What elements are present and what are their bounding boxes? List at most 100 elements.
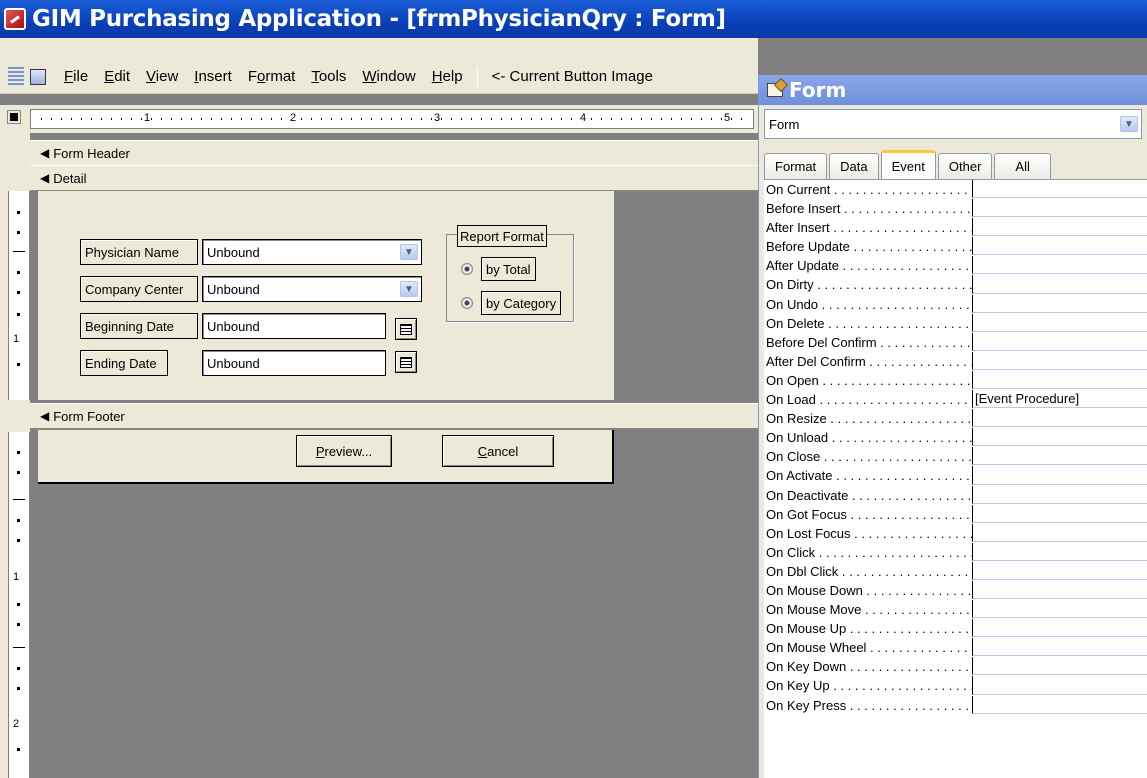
property-row[interactable]: On Dirty . . . . . . . . . . . . . . . .… — [764, 275, 1147, 295]
tab-data[interactable]: Data — [829, 153, 879, 179]
property-row[interactable]: On Delete . . . . . . . . . . . . . . . … — [764, 313, 1147, 333]
property-row[interactable]: On Resize . . . . . . . . . . . . . . . … — [764, 409, 1147, 429]
property-row[interactable]: On Lost Focus . . . . . . . . . . . . . … — [764, 523, 1147, 543]
property-value[interactable] — [972, 561, 1147, 580]
ending-date-calendar-button[interactable] — [395, 351, 417, 373]
property-value[interactable] — [972, 409, 1147, 428]
menu-tools[interactable]: Tools — [303, 68, 354, 85]
form-selector[interactable] — [7, 110, 21, 124]
property-value[interactable] — [972, 542, 1147, 561]
by-category-radio[interactable] — [461, 297, 473, 309]
property-row[interactable]: On Current . . . . . . . . . . . . . . .… — [764, 180, 1147, 200]
horizontal-ruler[interactable]: 1 2 3 4 5 — [30, 109, 754, 129]
report-format-option-group[interactable]: Report Format by Total by Category — [446, 225, 574, 322]
property-row[interactable]: On Dbl Click . . . . . . . . . . . . . .… — [764, 561, 1147, 581]
property-value[interactable] — [972, 523, 1147, 542]
physician-name-label[interactable]: Physician Name — [80, 239, 198, 265]
company-center-label[interactable]: Company Center — [80, 276, 198, 302]
company-center-combo[interactable]: Unbound ▼ — [202, 276, 422, 302]
property-row[interactable]: On Mouse Down . . . . . . . . . . . . . … — [764, 580, 1147, 601]
property-value[interactable] — [972, 275, 1147, 294]
property-row[interactable]: After Del Confirm . . . . . . . . . . . … — [764, 351, 1147, 371]
property-row[interactable]: On Key Up . . . . . . . . . . . . . . . … — [764, 676, 1147, 696]
property-value[interactable]: [Event Procedure] — [972, 390, 1147, 409]
property-row[interactable]: On Mouse Move . . . . . . . . . . . . . … — [764, 600, 1147, 620]
property-value[interactable] — [972, 466, 1147, 485]
property-value[interactable] — [972, 294, 1147, 313]
menu-view[interactable]: View — [138, 68, 186, 85]
property-value[interactable] — [972, 218, 1147, 237]
property-value[interactable] — [972, 676, 1147, 695]
detail-bar[interactable]: ◀ Detail — [30, 165, 758, 191]
physician-name-combo[interactable]: Unbound ▼ — [202, 239, 422, 265]
by-total-radio[interactable] — [461, 263, 473, 275]
property-row[interactable]: On Load . . . . . . . . . . . . . . . . … — [764, 390, 1147, 410]
menu-help[interactable]: Help — [424, 68, 471, 85]
tab-format[interactable]: Format — [764, 153, 828, 179]
detail-section[interactable]: Physician Name Unbound ▼ Company Center … — [38, 191, 614, 400]
property-value[interactable] — [972, 428, 1147, 447]
property-value[interactable] — [972, 256, 1147, 275]
property-row[interactable]: After Update . . . . . . . . . . . . . .… — [764, 256, 1147, 276]
by-total-label[interactable]: by Total — [481, 257, 536, 281]
menu-window[interactable]: Window — [354, 68, 423, 85]
ending-date-field[interactable]: Unbound — [202, 350, 386, 376]
chevron-down-icon[interactable]: ▼ — [400, 244, 418, 260]
property-sheet[interactable]: Form Form ▼ Format Data Event Other All … — [758, 75, 1147, 778]
menu-grip-icon[interactable] — [8, 66, 24, 87]
chevron-down-icon[interactable]: ▼ — [400, 281, 418, 297]
property-row[interactable]: On Unload . . . . . . . . . . . . . . . … — [764, 428, 1147, 448]
by-category-label[interactable]: by Category — [481, 291, 562, 315]
property-row[interactable]: On Open . . . . . . . . . . . . . . . . … — [764, 370, 1147, 391]
form-view-icon[interactable] — [30, 68, 46, 85]
property-value[interactable] — [972, 638, 1147, 657]
menu-insert[interactable]: Insert — [186, 68, 240, 85]
property-value[interactable] — [972, 180, 1147, 199]
beginning-date-calendar-button[interactable] — [395, 318, 417, 340]
property-value[interactable] — [972, 504, 1147, 523]
property-value[interactable] — [972, 351, 1147, 370]
property-value[interactable] — [972, 370, 1147, 390]
footer-section[interactable]: Preview... Cancel — [38, 430, 614, 484]
property-row[interactable]: After Insert . . . . . . . . . . . . . .… — [764, 218, 1147, 238]
property-value[interactable] — [972, 600, 1147, 619]
property-row[interactable]: On Close . . . . . . . . . . . . . . . .… — [764, 447, 1147, 467]
tab-other[interactable]: Other — [937, 153, 993, 179]
property-row[interactable]: On Key Press . . . . . . . . . . . . . .… — [764, 695, 1147, 715]
vertical-ruler[interactable]: 1 1 2 — [8, 133, 30, 778]
object-selector[interactable]: Form ▼ — [764, 109, 1142, 139]
beginning-date-field[interactable]: Unbound — [202, 313, 386, 339]
property-row[interactable]: Before Update . . . . . . . . . . . . . … — [764, 237, 1147, 257]
property-value[interactable] — [972, 580, 1147, 600]
preview-button[interactable]: Preview... — [296, 435, 392, 467]
property-row[interactable]: On Deactivate . . . . . . . . . . . . . … — [764, 485, 1147, 505]
property-row[interactable]: On Got Focus . . . . . . . . . . . . . .… — [764, 504, 1147, 524]
chevron-down-icon[interactable]: ▼ — [1120, 116, 1138, 132]
property-row[interactable]: On Activate . . . . . . . . . . . . . . … — [764, 466, 1147, 486]
tab-all[interactable]: All — [994, 153, 1051, 179]
property-value[interactable] — [972, 313, 1147, 332]
cancel-button[interactable]: Cancel — [442, 435, 554, 467]
property-row[interactable]: On Mouse Up . . . . . . . . . . . . . . … — [764, 619, 1147, 639]
menu-file[interactable]: File — [56, 68, 96, 85]
form-header-bar[interactable]: ◀ Form Header — [30, 140, 758, 166]
property-value[interactable] — [972, 619, 1147, 638]
property-value[interactable] — [972, 199, 1147, 218]
property-row[interactable]: On Mouse Wheel . . . . . . . . . . . . .… — [764, 638, 1147, 658]
property-value[interactable] — [972, 485, 1147, 504]
property-value[interactable] — [972, 332, 1147, 351]
tab-event[interactable]: Event — [880, 150, 936, 180]
menu-format[interactable]: Format — [240, 68, 304, 85]
property-value[interactable] — [972, 657, 1147, 676]
property-value[interactable] — [972, 447, 1147, 466]
menu-edit[interactable]: Edit — [96, 68, 138, 85]
property-sheet-title-bar[interactable]: Form — [759, 75, 1147, 105]
ending-date-label[interactable]: Ending Date — [80, 350, 168, 376]
property-row[interactable]: On Click . . . . . . . . . . . . . . . .… — [764, 542, 1147, 562]
property-value[interactable] — [972, 695, 1147, 714]
property-row[interactable]: On Undo . . . . . . . . . . . . . . . . … — [764, 294, 1147, 314]
property-row[interactable]: On Key Down . . . . . . . . . . . . . . … — [764, 657, 1147, 677]
property-row[interactable]: Before Insert . . . . . . . . . . . . . … — [764, 199, 1147, 219]
form-footer-bar[interactable]: ◀ Form Footer — [30, 403, 758, 429]
property-row[interactable]: Before Del Confirm . . . . . . . . . . .… — [764, 332, 1147, 352]
